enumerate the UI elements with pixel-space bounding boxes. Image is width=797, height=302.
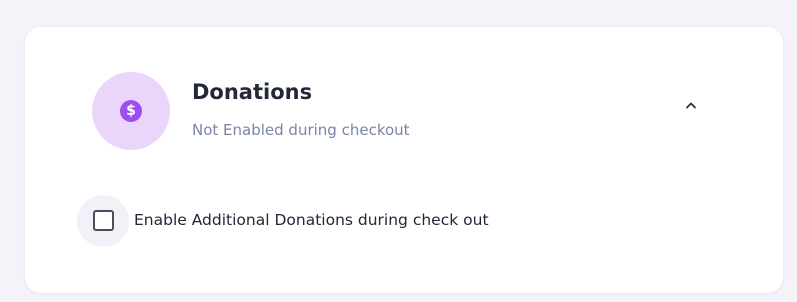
enable-donations-label[interactable]: Enable Additional Donations during check… [134,211,489,229]
collapse-button[interactable] [677,91,705,119]
section-status: Not Enabled during checkout [192,121,410,139]
donation-icon-badge: $ [92,72,170,150]
section-title: Donations [192,80,313,104]
chevron-up-icon [686,102,696,109]
enable-donations-checkbox[interactable] [93,210,114,231]
dollar-coin-icon: $ [120,100,142,122]
donations-card: $ Donations Not Enabled during checkout … [25,27,783,293]
donations-section-header[interactable]: $ Donations Not Enabled during checkout [25,27,783,167]
